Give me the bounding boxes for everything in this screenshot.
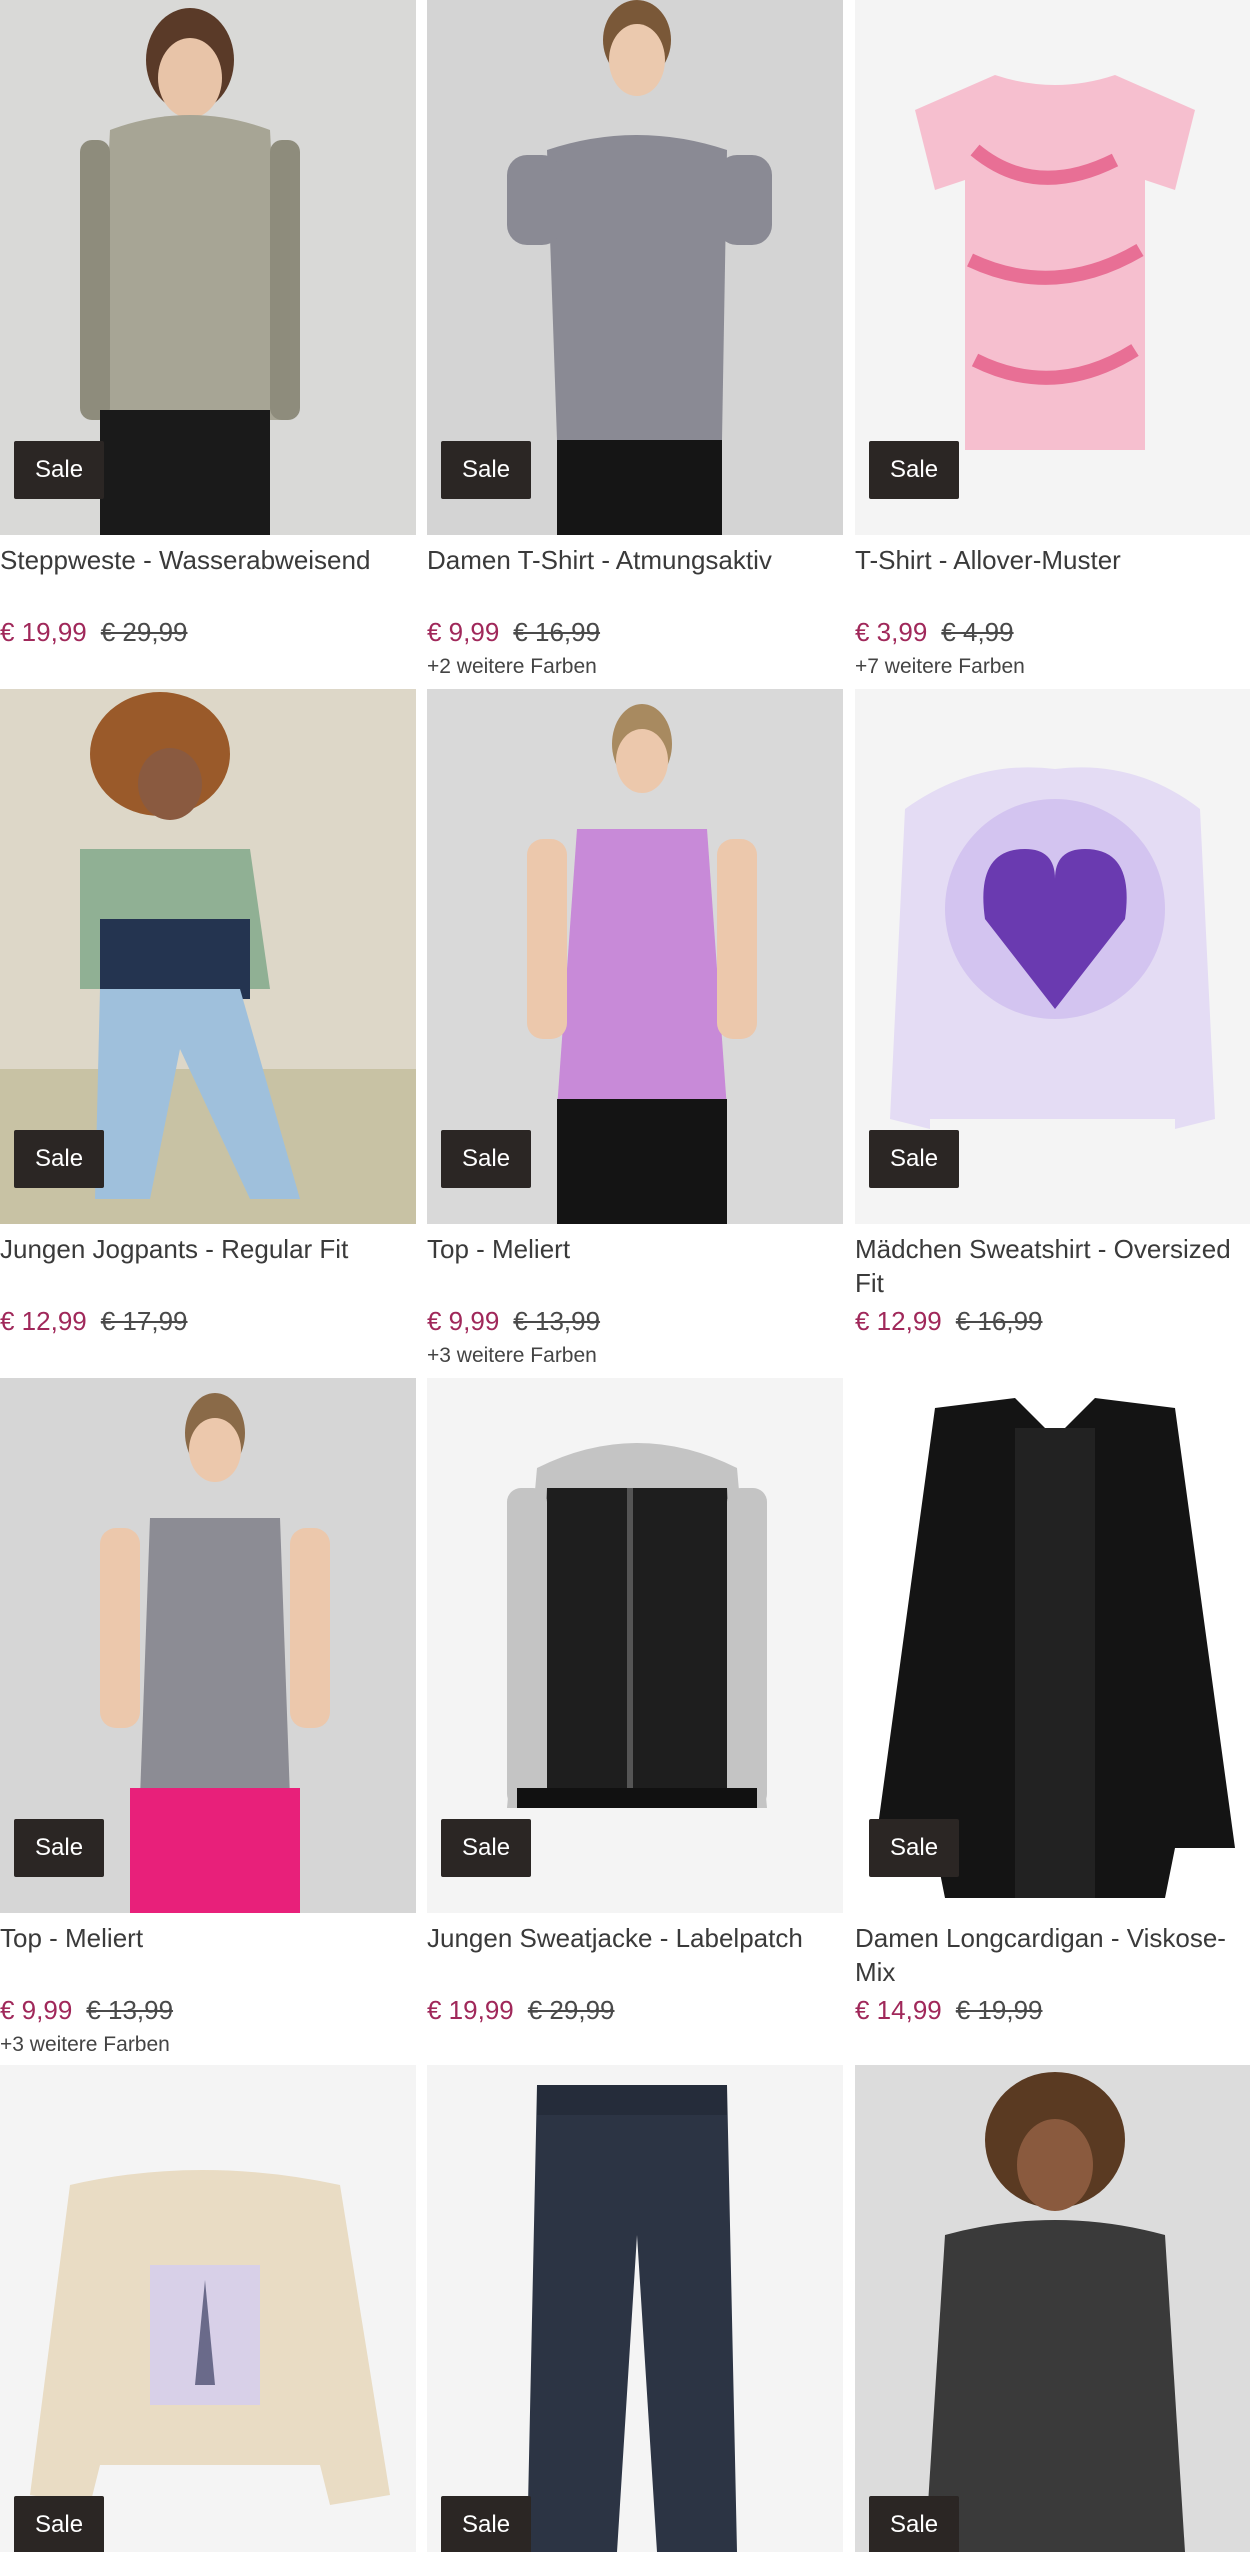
sale-badge: Sale [869,2496,960,2552]
product-card[interactable]: Sale T-Shirt - Allover-Muster € 3,99 € 4,… [855,0,1250,679]
original-price: € 4,99 [941,617,1014,647]
product-title[interactable]: Damen Longcardigan - Viskose-Mix [855,1921,1250,1989]
product-card[interactable]: Sale Damen Longcardigan - Viskose-Mix € … [855,1378,1250,2033]
original-price: € 19,99 [955,1995,1043,2025]
product-card[interactable]: Sale Mädchen Sweatshirt - Oversized Fit … [855,689,1250,1344]
more-colors-link[interactable]: +3 weitere Farben [427,1344,843,1368]
product-image[interactable]: Sale [855,2065,1250,2552]
product-card[interactable]: Sale Jungen Jogpants - Regular Fit € 12,… [0,689,416,1344]
product-title[interactable]: T-Shirt - Allover-Muster [855,543,1250,611]
sale-badge: Sale [441,1819,532,1877]
sale-badge: Sale [869,1130,960,1188]
product-card[interactable]: Sale Top - Meliert € 9,99 € 13,99 +3 weit… [427,689,843,1368]
sale-price: € 12,99 [0,1306,87,1336]
sale-badge: Sale [14,1130,105,1188]
price-row: € 19,99 € 29,99 [0,617,416,647]
product-card[interactable]: Sale [427,2065,843,2552]
product-card[interactable]: Sale Damen T-Shirt - Atmungsaktiv € 9,99… [427,0,843,679]
original-price: € 16,99 [955,1306,1043,1336]
sale-badge: Sale [441,1130,532,1188]
product-image[interactable]: Sale [855,689,1250,1224]
sale-price: € 9,99 [427,617,500,647]
price-row: € 19,99 € 29,99 [427,1995,843,2025]
more-colors-link[interactable]: +7 weitere Farben [855,655,1250,679]
product-image[interactable]: Sale [0,2065,416,2552]
product-image[interactable]: Sale [427,0,843,535]
product-image[interactable]: Sale [427,689,843,1224]
original-price: € 29,99 [527,1995,615,2025]
product-card[interactable]: Sale [0,2065,416,2552]
product-title[interactable]: Mädchen Sweatshirt - Oversized Fit [855,1232,1250,1300]
sale-badge: Sale [869,441,960,499]
original-price: € 16,99 [513,617,601,647]
product-title[interactable]: Top - Meliert [427,1232,843,1300]
sale-badge: Sale [869,1819,960,1877]
price-row: € 3,99 € 4,99 [855,617,1250,647]
sale-price: € 19,99 [0,617,87,647]
product-grid: Sale Steppweste - Wasserabweisend € 19,9… [0,0,1250,2552]
price-row: € 9,99 € 16,99 [427,617,843,647]
price-row: € 12,99 € 17,99 [0,1306,416,1336]
product-title[interactable]: Jungen Sweatjacke - Labelpatch [427,1921,843,1989]
product-image[interactable]: Sale [0,1378,416,1913]
sale-badge: Sale [14,441,105,499]
product-image[interactable]: Sale [855,1378,1250,1913]
price-row: € 12,99 € 16,99 [855,1306,1250,1336]
sale-price: € 9,99 [427,1306,500,1336]
sale-badge: Sale [14,2496,105,2552]
more-colors-link[interactable]: +2 weitere Farben [427,655,843,679]
sale-price: € 9,99 [0,1995,73,2025]
price-row: € 9,99 € 13,99 [427,1306,843,1336]
product-image[interactable]: Sale [0,0,416,535]
sale-price: € 3,99 [855,617,928,647]
product-card[interactable]: Sale Top - Meliert € 9,99 € 13,99 +3 weit… [0,1378,416,2057]
product-image[interactable]: Sale [855,0,1250,535]
sale-price: € 19,99 [427,1995,514,2025]
product-title[interactable]: Damen T-Shirt - Atmungsaktiv [427,543,843,611]
price-row: € 9,99 € 13,99 [0,1995,416,2025]
original-price: € 17,99 [100,1306,188,1336]
sale-price: € 14,99 [855,1995,942,2025]
sale-badge: Sale [441,441,532,499]
original-price: € 13,99 [513,1306,601,1336]
sale-badge: Sale [441,2496,532,2552]
price-row: € 14,99 € 19,99 [855,1995,1250,2025]
original-price: € 29,99 [100,617,188,647]
product-title[interactable]: Steppweste - Wasserabweisend [0,543,416,611]
original-price: € 13,99 [86,1995,174,2025]
product-title[interactable]: Top - Meliert [0,1921,416,1989]
product-image[interactable]: Sale [427,1378,843,1913]
sale-price: € 12,99 [855,1306,942,1336]
product-image[interactable]: Sale [427,2065,843,2552]
sale-badge: Sale [14,1819,105,1877]
product-card[interactable]: Sale Steppweste - Wasserabweisend € 19,9… [0,0,416,655]
product-title[interactable]: Jungen Jogpants - Regular Fit [0,1232,416,1300]
product-card[interactable]: Sale Jungen Sweatjacke - Labelpatch € 19… [427,1378,843,2033]
product-image[interactable]: Sale [0,689,416,1224]
product-card[interactable]: Sale [855,2065,1250,2552]
more-colors-link[interactable]: +3 weitere Farben [0,2033,416,2057]
